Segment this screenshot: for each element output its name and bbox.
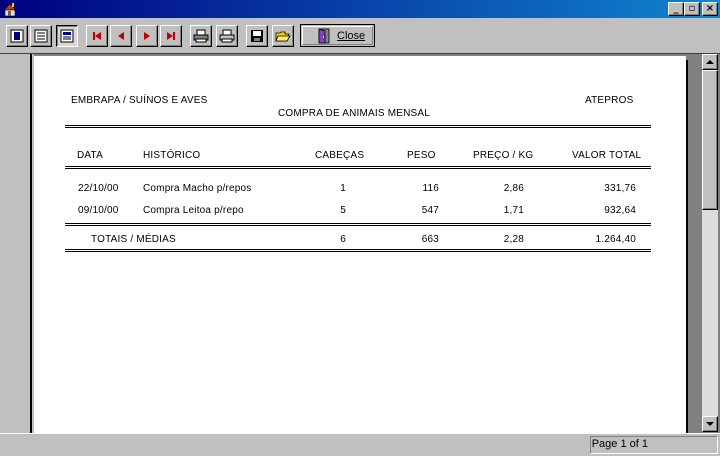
row-1-historico: Compra Macho p/repos: [143, 183, 252, 194]
row-1-peso: 116: [422, 183, 439, 194]
open-folder-icon: [275, 31, 291, 42]
title-bar: _ ▫ ×: [0, 0, 720, 18]
report-title: COMPRA DE ANIMAIS MENSAL: [278, 108, 431, 119]
maximize-button[interactable]: ▫: [684, 2, 700, 16]
page-width-button[interactable]: [30, 25, 52, 47]
printer-setup-icon: [193, 29, 209, 43]
row-1-cabecas: 1: [340, 183, 346, 194]
row-2-data: 09/10/00: [78, 205, 119, 216]
minimize-button[interactable]: _: [668, 2, 684, 16]
row-1-data: 22/10/00: [78, 183, 119, 194]
status-bar: Page 1 of 1: [0, 433, 720, 456]
report-company: EMBRAPA / SUÍNOS E AVES: [71, 95, 208, 106]
preview-margin: [0, 54, 34, 434]
totals-peso: 663: [421, 234, 439, 245]
first-page-button[interactable]: [86, 25, 108, 47]
header-separator: [65, 125, 651, 128]
vertical-scrollbar[interactable]: [702, 54, 718, 432]
row-1-preco-kg: 2,86: [503, 183, 524, 194]
row-1-valor-total: 331,76: [604, 183, 636, 194]
page-shadow: [686, 60, 688, 434]
next-page-button[interactable]: [136, 25, 158, 47]
save-button[interactable]: [246, 25, 268, 47]
zoom-100-button[interactable]: [56, 25, 78, 47]
row-2-valor-total: 932,64: [604, 205, 636, 216]
whole-page-button[interactable]: [6, 25, 28, 47]
row-2-preco-kg: 1,71: [503, 205, 524, 216]
window-close-button[interactable]: ×: [702, 2, 718, 16]
scroll-up-icon: [706, 60, 714, 64]
row-2-cabecas: 5: [340, 205, 346, 216]
previous-page-icon: [118, 32, 124, 40]
save-icon: [251, 30, 263, 42]
last-page-icon: [167, 32, 175, 40]
totals-separator: [65, 223, 651, 226]
column-header-separator: [65, 166, 651, 169]
door-icon: [318, 27, 330, 43]
close-button[interactable]: Close: [300, 24, 375, 47]
print-icon: [219, 29, 235, 43]
close-button-label: Close: [337, 29, 366, 42]
report-page: EMBRAPA / SUÍNOS E AVES COMPRA DE ANIMAI…: [34, 56, 686, 436]
preview-area: EMBRAPA / SUÍNOS E AVES COMPRA DE ANIMAI…: [0, 53, 720, 436]
totals-preco-kg: 2,28: [503, 234, 524, 245]
report-system: ATEPROS: [585, 95, 634, 106]
footer-separator: [65, 249, 651, 252]
page-width-icon: [34, 29, 48, 43]
row-2-historico: Compra Leitoa p/repo: [143, 205, 244, 216]
column-header-valor-total: VALOR TOTAL: [572, 150, 642, 161]
app-icon[interactable]: [2, 1, 18, 17]
column-header-data: DATA: [77, 150, 103, 161]
scroll-up-button[interactable]: [702, 54, 718, 70]
totals-cabecas: 6: [340, 234, 346, 245]
restore-icon: ▫: [688, 3, 696, 14]
column-header-peso: PESO: [407, 150, 436, 161]
column-header-historico: HISTÓRICO: [143, 150, 201, 161]
column-header-cabecas: CABEÇAS: [315, 150, 365, 161]
zoom-100-icon: [60, 29, 74, 43]
close-icon: ×: [705, 3, 715, 14]
printer-setup-button[interactable]: [190, 25, 212, 47]
totals-valor-total: 1.264,40: [595, 234, 636, 245]
open-button[interactable]: [272, 25, 294, 47]
scroll-down-button[interactable]: [702, 416, 718, 432]
report-preview-window: _ ▫ × Close EMBRAPA / SUÍNOS E AVES COMP…: [0, 0, 720, 456]
next-page-icon: [144, 32, 150, 40]
scroll-down-icon: [706, 422, 714, 426]
previous-page-button[interactable]: [110, 25, 132, 47]
row-2-peso: 547: [421, 205, 439, 216]
column-header-preco-kg: PREÇO / KG: [473, 150, 534, 161]
whole-page-icon: [10, 29, 24, 43]
first-page-icon: [93, 32, 101, 40]
totals-label: TOTAIS / MÉDIAS: [91, 234, 176, 245]
page-indicator: Page 1 of 1: [591, 438, 648, 450]
print-button[interactable]: [216, 25, 238, 47]
scroll-thumb[interactable]: [702, 70, 718, 210]
minimize-icon: _: [673, 3, 679, 14]
last-page-button[interactable]: [160, 25, 182, 47]
